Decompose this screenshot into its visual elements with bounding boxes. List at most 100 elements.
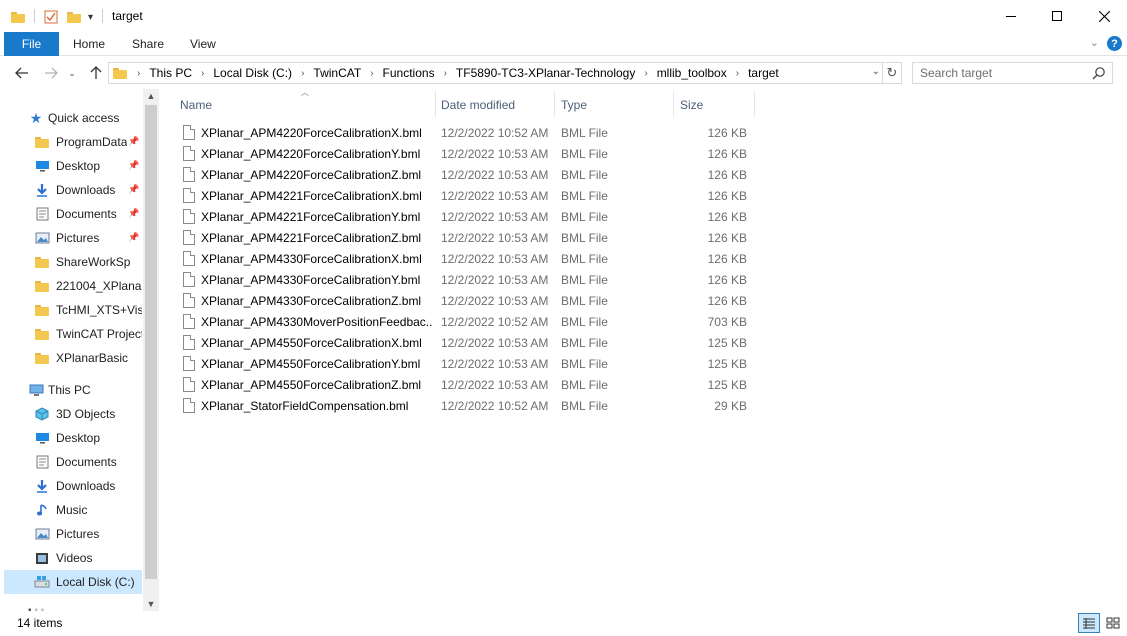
details-view-button[interactable]	[1078, 613, 1100, 633]
nav-label: Pictures	[56, 527, 100, 541]
nav-item-3d-objects[interactable]: 3D Objects	[4, 402, 142, 426]
tab-home[interactable]: Home	[73, 32, 105, 56]
nav-label: Desktop	[56, 159, 101, 173]
file-type: BML File	[561, 315, 608, 329]
file-name: XPlanar_APM4330ForceCalibrationZ.bml	[201, 294, 422, 308]
nav-item-pictures[interactable]: Pictures	[4, 522, 142, 546]
nav-item-tchmi-xts-visi[interactable]: TcHMI_XTS+Visi	[4, 298, 142, 322]
table-row[interactable]: XPlanar_APM4220ForceCalibrationY.bml 12/2…	[177, 143, 757, 164]
tab-view[interactable]: View	[190, 32, 216, 56]
nav-item-desktop[interactable]: Desktop 📌	[4, 154, 142, 178]
customize-dropdown-icon[interactable]: ▾	[88, 9, 93, 25]
file-name: XPlanar_APM4220ForceCalibrationZ.bml	[201, 168, 422, 182]
file-list: ︿ Name Date modified Type Size XPlanar_A…	[160, 88, 1127, 611]
title-bar: ▾ target	[0, 0, 1127, 32]
column-header-type[interactable]: Type	[555, 93, 673, 117]
breadcrumb-local-disk[interactable]: Local Disk (C:)	[213, 66, 292, 80]
nav-item-twincat-project[interactable]: TwinCAT Project	[4, 322, 142, 346]
column-header-date[interactable]: Date modified	[435, 93, 553, 117]
pin-icon: 📌	[128, 232, 140, 242]
file-size: 126 KB	[707, 231, 747, 245]
table-row[interactable]: XPlanar_APM4221ForceCalibrationY.bml 12/2…	[177, 206, 757, 227]
nav-item-221004-xplanars[interactable]: 221004_XPlanarS	[4, 274, 142, 298]
file-type: BML File	[561, 399, 608, 413]
breadcrumb-twincat[interactable]: TwinCAT	[313, 66, 361, 80]
table-row[interactable]: XPlanar_APM4221ForceCalibrationX.bml 12/2…	[177, 185, 757, 206]
breadcrumb-functions[interactable]: Functions	[383, 66, 435, 80]
scrollbar-thumb[interactable]	[145, 105, 157, 579]
chevron-right-icon: ›	[201, 67, 205, 79]
search-input[interactable]: Search target	[912, 62, 1113, 84]
recent-locations-dropdown-icon[interactable]: ⌄	[62, 64, 82, 82]
nav-label: TcHMI_XTS+Visi	[56, 303, 142, 317]
back-button[interactable]	[12, 64, 32, 82]
close-button[interactable]	[1081, 0, 1127, 32]
nav-item-pictures[interactable]: Pictures 📌	[4, 226, 142, 250]
nav-item-programdata[interactable]: ProgramData 📌	[4, 130, 142, 154]
forward-arrow-icon	[45, 67, 58, 79]
file-name: XPlanar_APM4220ForceCalibrationY.bml	[201, 147, 421, 161]
desktop-icon	[34, 159, 50, 173]
minimize-button[interactable]	[988, 0, 1034, 32]
file-name: XPlanar_APM4550ForceCalibrationZ.bml	[201, 378, 422, 392]
file-icon	[183, 398, 195, 413]
breadcrumb-target[interactable]: target	[748, 66, 779, 80]
table-row[interactable]: XPlanar_APM4330MoverPositionFeedbac... 12…	[177, 311, 757, 332]
tab-share[interactable]: Share	[132, 32, 164, 56]
pictures-icon	[34, 231, 50, 245]
nav-label: XPlanarBasic	[56, 351, 129, 365]
breadcrumb-mllib-toolbox[interactable]: mllib_toolbox	[657, 66, 727, 80]
maximize-button[interactable]	[1034, 0, 1080, 32]
scroll-down-icon[interactable]: ▼	[143, 599, 159, 609]
nav-item-shareworksp[interactable]: ShareWorkSp	[4, 250, 142, 274]
nav-item-local-disk-c-[interactable]: Local Disk (C:)	[4, 570, 142, 594]
nav-item-documents[interactable]: Documents	[4, 450, 142, 474]
nav-item-documents[interactable]: Documents 📌	[4, 202, 142, 226]
table-row[interactable]: XPlanar_APM4220ForceCalibrationX.bml 12/2…	[177, 122, 757, 143]
nav-item-music[interactable]: Music	[4, 498, 142, 522]
nav-item-xplanarbasic[interactable]: XPlanarBasic	[4, 346, 142, 370]
file-date-modified: 12/2/2022 10:53 AM	[441, 378, 549, 392]
breadcrumb-this-pc[interactable]: This PC	[149, 66, 192, 80]
nav-quick-access[interactable]: ★ Quick access	[4, 106, 142, 130]
new-folder-icon[interactable]	[67, 9, 81, 25]
up-button[interactable]	[86, 64, 106, 82]
column-divider[interactable]	[754, 91, 755, 117]
nav-item-desktop[interactable]: Desktop	[4, 426, 142, 450]
address-dropdown-icon[interactable]: ⌄	[872, 66, 880, 77]
file-type: BML File	[561, 378, 608, 392]
search-icon	[1092, 67, 1105, 80]
tab-file[interactable]: File	[4, 32, 59, 56]
table-row[interactable]: XPlanar_APM4330ForceCalibrationY.bml 12/2…	[177, 269, 757, 290]
table-row[interactable]: XPlanar_APM4330ForceCalibrationX.bml 12/2…	[177, 248, 757, 269]
table-row[interactable]: XPlanar_APM4221ForceCalibrationZ.bml 12/2…	[177, 227, 757, 248]
table-row[interactable]: XPlanar_APM4330ForceCalibrationZ.bml 12/2…	[177, 290, 757, 311]
nav-item-downloads[interactable]: Downloads	[4, 474, 142, 498]
pin-icon: 📌	[128, 208, 140, 218]
nav-label: ShareWorkSp	[56, 255, 131, 269]
column-header-name[interactable]: Name	[174, 93, 434, 117]
expand-ribbon-icon[interactable]: ⌄	[1090, 36, 1099, 49]
forward-button[interactable]	[41, 64, 61, 82]
details-view-icon	[1083, 618, 1095, 629]
address-bar[interactable]: › This PC › Local Disk (C:) › TwinCAT › …	[108, 62, 883, 84]
help-icon[interactable]: ?	[1107, 36, 1122, 51]
large-icons-view-button[interactable]	[1102, 613, 1124, 633]
table-row[interactable]: XPlanar_APM4550ForceCalibrationX.bml 12/2…	[177, 332, 757, 353]
table-row[interactable]: XPlanar_StatorFieldCompensation.bml 12/2/…	[177, 395, 757, 416]
scroll-up-icon[interactable]: ▲	[143, 91, 159, 101]
nav-scrollbar[interactable]: ▲ ▼	[143, 89, 159, 611]
nav-this-pc[interactable]: This PC	[4, 378, 142, 402]
table-row[interactable]: XPlanar_APM4550ForceCalibrationY.bml 12/2…	[177, 353, 757, 374]
nav-item-videos[interactable]: Videos	[4, 546, 142, 570]
table-row[interactable]: XPlanar_APM4220ForceCalibrationZ.bml 12/2…	[177, 164, 757, 185]
nav-item-downloads[interactable]: Downloads 📌	[4, 178, 142, 202]
column-header-size[interactable]: Size	[674, 93, 754, 117]
folder-icon	[34, 351, 50, 365]
breadcrumb-tf5890[interactable]: TF5890-TC3-XPlanar-Technology	[456, 66, 635, 80]
file-type: BML File	[561, 147, 608, 161]
table-row[interactable]: XPlanar_APM4550ForceCalibrationZ.bml 12/2…	[177, 374, 757, 395]
refresh-button[interactable]: ↻	[883, 62, 902, 84]
nav-label: Downloads	[56, 479, 116, 493]
properties-icon[interactable]	[44, 9, 58, 25]
